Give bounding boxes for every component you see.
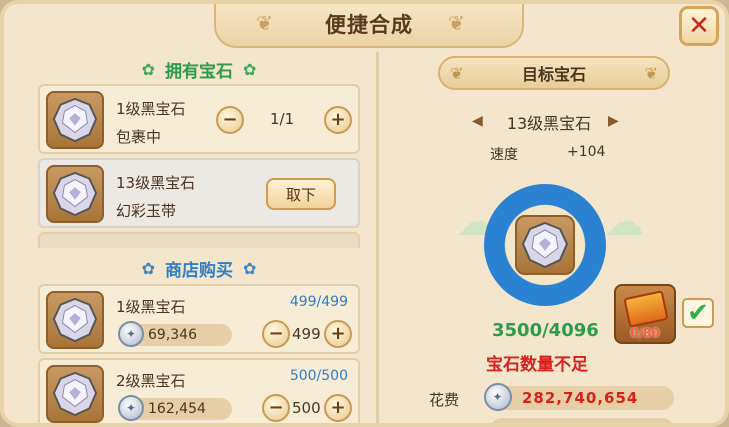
gem-location: 幻彩玉带 <box>116 202 177 220</box>
purchase-quantity[interactable]: 499 <box>292 325 321 343</box>
swirl-ornament-icon: ❦ <box>450 64 464 83</box>
decrease-button[interactable]: − <box>262 320 290 348</box>
shop-item-row: 2级黑宝石 500/500 ✦ 162,454 − 500 + <box>38 358 360 423</box>
title-bar: ❦ 便捷合成 ❦ <box>214 4 524 48</box>
price-value: 162,454 <box>148 401 206 417</box>
owned-gem-row: 1级黑宝石 包裹中 − 1/1 + <box>38 84 360 154</box>
target-gem-header: ❦ 目标宝石 ❦ <box>438 56 670 90</box>
gem-name: 1级黑宝石 <box>116 100 186 118</box>
shop-gem-name: 2级黑宝石 <box>116 372 186 390</box>
shop-stock: 500/500 <box>289 368 348 384</box>
owned-gems-title: 拥有宝石 <box>165 61 233 82</box>
shop-title: 商店购买 <box>165 260 233 281</box>
purchase-quantity[interactable]: 500 <box>292 399 321 417</box>
stat-value: +104 <box>567 144 606 160</box>
owned-gems-header: ✿ 拥有宝石 ✿ <box>34 54 364 84</box>
increase-button[interactable]: + <box>324 106 352 134</box>
target-gem-ring <box>484 184 606 306</box>
gem-icon <box>521 221 569 269</box>
shop-header: ✿ 商店购买 ✿ <box>34 253 364 283</box>
cost-display: ✦ 282,740,654 <box>484 383 674 411</box>
shop-item-row: 1级黑宝石 499/499 ✦ 69,346 − 499 + <box>38 284 360 354</box>
cost-label: 花费 <box>429 391 460 409</box>
cost-value: 282,740,654 <box>522 389 639 407</box>
charm-count: 0/80 <box>630 326 660 340</box>
silver-coin-icon: ✦ <box>118 395 144 421</box>
insufficient-gems-warning: 宝石数量不足 <box>486 355 588 375</box>
gem-slot[interactable] <box>46 91 104 149</box>
target-gem-name: 13级黑宝石 <box>506 114 592 133</box>
gem-name: 13级黑宝石 <box>116 174 196 192</box>
gem-slot[interactable] <box>46 365 104 423</box>
panel-divider <box>376 52 379 423</box>
gem-icon <box>52 371 98 417</box>
next-gem-arrow[interactable]: ▶ <box>608 113 619 129</box>
price-value: 69,346 <box>148 327 197 343</box>
shop-stock: 499/499 <box>289 294 348 310</box>
silver-coin-icon: ✦ <box>118 321 144 347</box>
unequip-button[interactable]: 取下 <box>266 178 336 210</box>
gem-icon <box>52 97 98 143</box>
use-charm-checkbox[interactable]: ✔ <box>682 298 714 328</box>
silver-coin-icon: ✦ <box>484 383 512 411</box>
gem-icon <box>52 297 98 343</box>
swirl-ornament-icon: ❦ <box>644 64 658 83</box>
swirl-ornament-icon: ❦ <box>256 11 273 35</box>
cloud-ornament-icon: ☁ <box>604 199 644 245</box>
gem-slot[interactable] <box>46 165 104 223</box>
gem-quantity: 1/1 <box>270 110 295 128</box>
cloud-ornament-icon: ✿ <box>141 258 155 278</box>
gem-progress: 3500/4096 <box>492 320 599 341</box>
swirl-ornament-icon: ❦ <box>448 11 465 35</box>
increase-button[interactable]: + <box>324 394 352 422</box>
price-display: ✦ 162,454 <box>118 395 232 421</box>
close-button[interactable]: ✕ <box>679 6 719 46</box>
gem-icon <box>52 171 98 217</box>
target-gem-title: 目标宝石 <box>521 65 586 84</box>
decrease-button[interactable]: − <box>216 106 244 134</box>
gem-location: 包裹中 <box>116 128 162 146</box>
cloud-ornament-icon: ✿ <box>243 59 257 79</box>
gem-slot[interactable] <box>46 291 104 349</box>
cut-off-cost-bar <box>490 418 674 423</box>
quick-synthesis-panel: ❦ 便捷合成 ❦ ✕ ✿ 拥有宝石 ✿ 1级黑宝石 包裹中 − 1/1 + 13… <box>0 0 729 427</box>
price-display: ✦ 69,346 <box>118 321 232 347</box>
cloud-ornament-icon: ✿ <box>141 59 155 79</box>
charm-item-slot[interactable]: 0/80 <box>614 284 676 344</box>
list-scroll-peek <box>38 232 360 248</box>
window-title: 便捷合成 <box>325 13 413 37</box>
increase-button[interactable]: + <box>324 320 352 348</box>
gem-slot <box>515 215 575 275</box>
close-icon: ✕ <box>688 11 710 41</box>
stat-label: 速度 <box>490 147 518 163</box>
decrease-button[interactable]: − <box>262 394 290 422</box>
shop-gem-name: 1级黑宝石 <box>116 298 186 316</box>
cloud-ornament-icon: ✿ <box>243 258 257 278</box>
owned-gem-row[interactable]: 13级黑宝石 幻彩玉带 取下 <box>38 158 360 228</box>
charm-box-icon <box>623 290 669 328</box>
